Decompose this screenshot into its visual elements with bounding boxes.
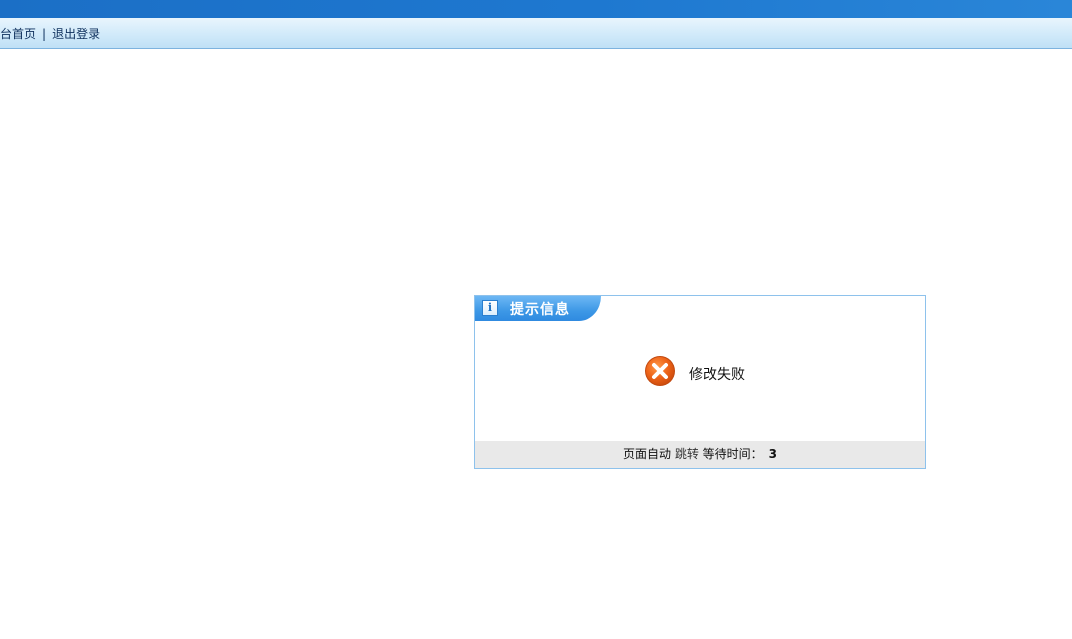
top-banner-strip [0,0,1072,18]
dialog-header: i 提示信息 [475,296,925,322]
logout-link[interactable]: 退出登录 [52,27,100,41]
dialog-title: 提示信息 [510,302,570,318]
error-x-icon [645,356,675,386]
countdown-value: 3 [768,447,778,461]
dialog-body: 修改失败 [475,322,925,441]
dialog-footer: 页面自动 跳转 等待时间： 3 [475,441,925,468]
message-dialog: i 提示信息 修改失败 页面自动 跳转 等待时间： 3 [474,295,926,469]
footer-wait-label: 等待时间： [702,447,763,461]
admin-home-link[interactable]: 后台首页 [0,27,36,41]
dialog-message: 修改失败 [689,367,745,383]
jump-link[interactable]: 跳转 [675,447,699,461]
nav-separator: | [42,27,47,41]
dialog-title-tab: i 提示信息 [475,296,601,321]
footer-auto-text: 页面自动 [622,447,671,461]
info-icon: i [482,300,498,316]
top-nav-bar: 后台首页 | 退出登录 [0,18,1072,49]
nav-links: 后台首页 | 退出登录 [0,25,100,42]
